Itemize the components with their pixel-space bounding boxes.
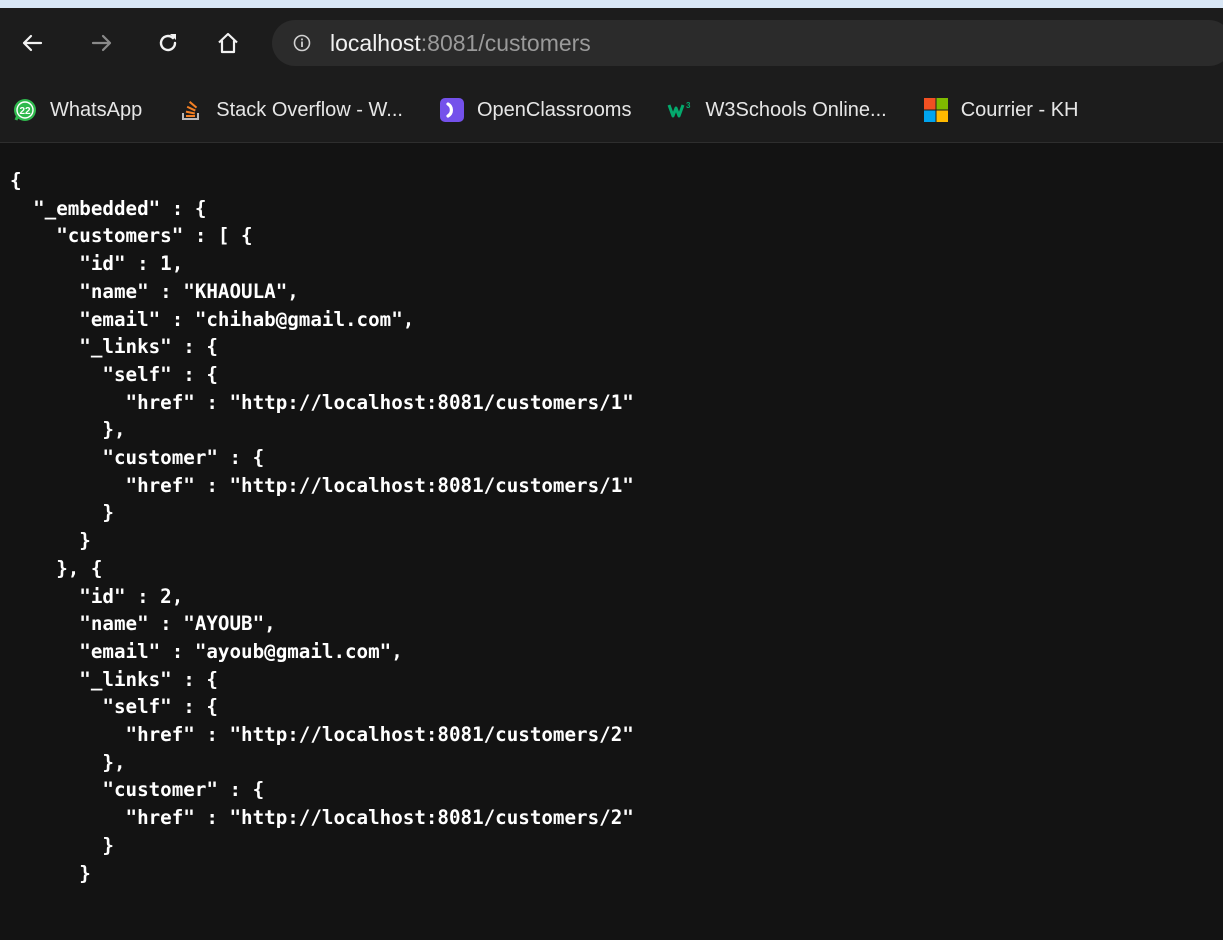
page-content: { "_embedded" : { "customers" : [ { "id"… <box>0 143 1223 940</box>
openclassrooms-icon <box>439 97 465 123</box>
bookmark-stackoverflow[interactable]: Stack Overflow - W... <box>166 90 413 130</box>
info-icon[interactable] <box>292 33 312 53</box>
address-bar[interactable]: localhost:8081/customers <box>272 20 1223 66</box>
stackoverflow-icon <box>178 97 204 123</box>
bookmark-label: WhatsApp <box>50 98 143 121</box>
bookmark-whatsapp[interactable]: 22 WhatsApp <box>0 90 152 130</box>
bookmark-label: OpenClassrooms <box>476 98 632 121</box>
bookmark-courrier[interactable]: Courrier - KH <box>911 90 1089 130</box>
browser-toolbar: localhost:8081/customers <box>0 8 1223 78</box>
bookmark-openclassrooms[interactable]: OpenClassrooms <box>427 90 642 130</box>
url-text[interactable]: localhost:8081/customers <box>330 30 591 57</box>
bookmarks-bar: 22 WhatsApp Stack Overflow - W... OpenCl… <box>0 78 1223 143</box>
forward-arrow-icon[interactable] <box>86 27 118 59</box>
whatsapp-icon: 22 <box>12 97 38 123</box>
home-icon[interactable] <box>212 27 244 59</box>
json-response: { "_embedded" : { "customers" : [ { "id"… <box>10 169 634 885</box>
bookmark-label: Courrier - KH <box>960 98 1079 121</box>
url-path: :8081/customers <box>420 29 591 56</box>
whatsapp-badge: 22 <box>19 106 31 117</box>
bookmark-label: W3Schools Online... <box>705 98 887 121</box>
bookmark-label: Stack Overflow - W... <box>216 98 403 121</box>
bookmark-w3schools[interactable]: 3 W3Schools Online... <box>655 90 896 130</box>
svg-text:3: 3 <box>686 101 691 110</box>
url-host: localhost <box>330 29 421 56</box>
browser-window: localhost:8081/customers 22 WhatsApp Sta… <box>0 8 1223 940</box>
microsoft-icon <box>923 97 949 123</box>
back-arrow-icon[interactable] <box>16 27 48 59</box>
reload-icon[interactable] <box>152 27 184 59</box>
w3schools-icon: 3 <box>667 97 693 123</box>
